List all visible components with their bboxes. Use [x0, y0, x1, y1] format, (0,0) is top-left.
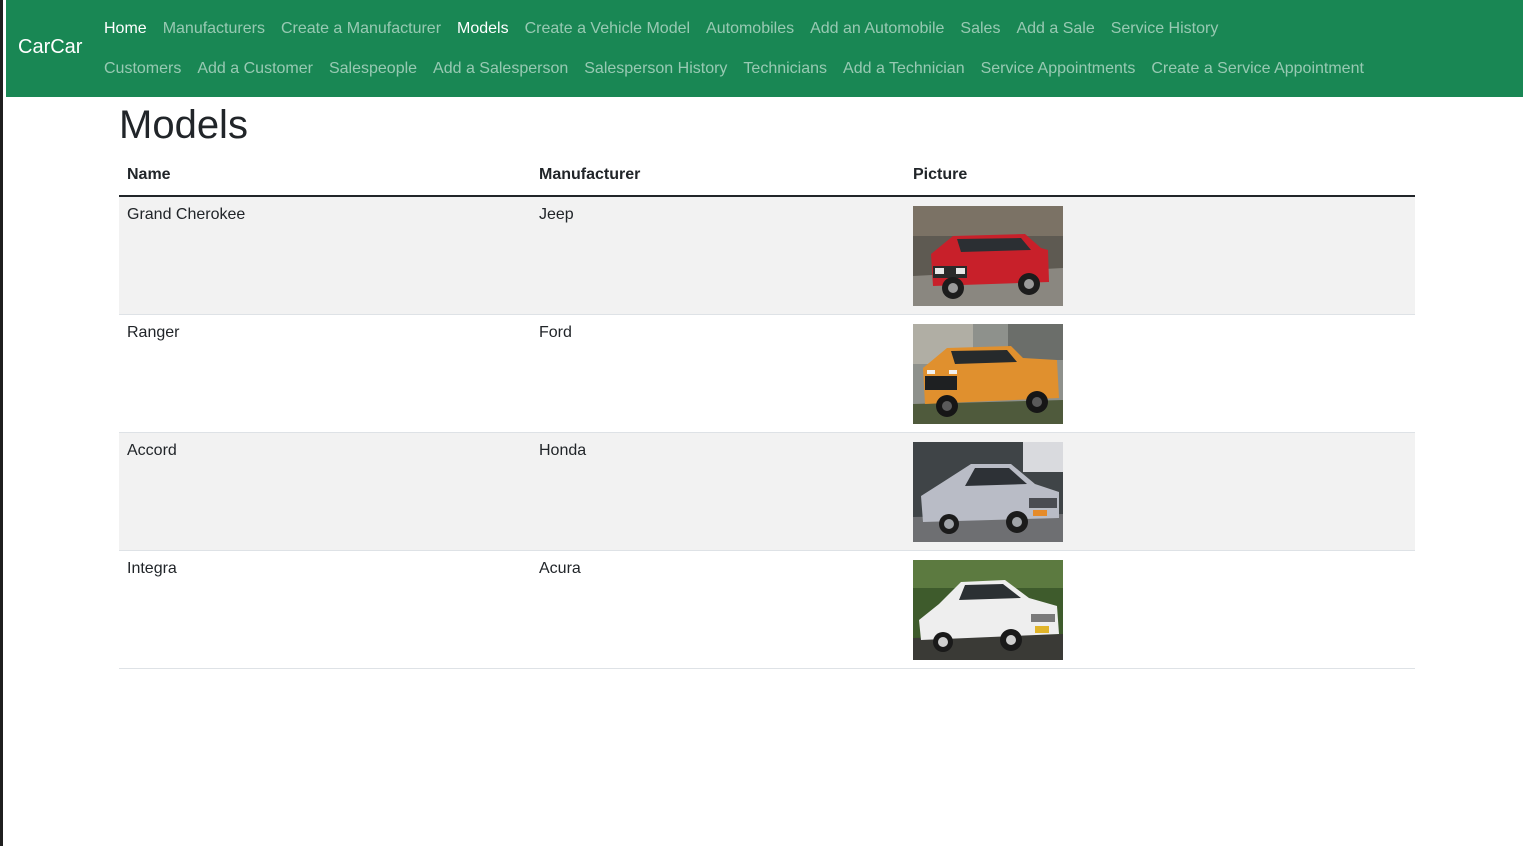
nav-row-primary: Home Manufacturers Create a Manufacturer… — [96, 19, 1226, 39]
nav-link-technicians[interactable]: Technicians — [735, 59, 835, 79]
nav-link-home[interactable]: Home — [96, 19, 155, 39]
nav-link-models[interactable]: Models — [449, 19, 517, 39]
white-acura-coupe-photo — [913, 560, 1063, 660]
table-header: Name Manufacturer Picture — [119, 165, 1415, 197]
model-name-cell: Integra — [119, 550, 531, 669]
column-header-name: Name — [119, 165, 531, 197]
column-header-manufacturer: Manufacturer — [531, 165, 905, 197]
nav-row-secondary: Customers Add a Customer Salespeople Add… — [96, 59, 1372, 79]
table-body: Grand Cherokee Jeep Ranger Ford Accord H… — [119, 196, 1415, 669]
brand-link[interactable]: CarCar — [18, 36, 82, 59]
manufacturer-cell: Acura — [531, 550, 905, 669]
manufacturer-cell: Ford — [531, 314, 905, 433]
nav-link-create-manufacturer[interactable]: Create a Manufacturer — [273, 19, 449, 39]
picture-cell — [905, 550, 1415, 669]
nav-link-service-appointments[interactable]: Service Appointments — [973, 59, 1144, 79]
top-navbar: CarCar Home Manufacturers Create a Manuf… — [6, 0, 1523, 97]
nav-link-add-sale[interactable]: Add a Sale — [1008, 19, 1102, 39]
table-row: Integra Acura — [119, 550, 1415, 669]
model-name-cell: Accord — [119, 432, 531, 551]
nav-link-manufacturers[interactable]: Manufacturers — [155, 19, 273, 39]
picture-cell — [905, 196, 1415, 315]
browser-viewport: CarCar Home Manufacturers Create a Manuf… — [0, 0, 1523, 846]
nav-link-create-service-appointment[interactable]: Create a Service Appointment — [1143, 59, 1372, 79]
nav-link-add-customer[interactable]: Add a Customer — [189, 59, 321, 79]
picture-cell — [905, 432, 1415, 551]
nav-link-service-history[interactable]: Service History — [1103, 19, 1227, 39]
table-row: Grand Cherokee Jeep — [119, 196, 1415, 315]
nav-link-salesperson-history[interactable]: Salesperson History — [576, 59, 735, 79]
orange-ford-pickup-photo — [913, 324, 1063, 424]
page-title: Models — [119, 103, 248, 147]
nav-link-create-vehicle-model[interactable]: Create a Vehicle Model — [517, 19, 698, 39]
nav-link-add-salesperson[interactable]: Add a Salesperson — [425, 59, 576, 79]
nav-link-customers[interactable]: Customers — [96, 59, 189, 79]
main-content: Models Name Manufacturer Picture Grand C… — [119, 97, 1415, 669]
manufacturer-cell: Honda — [531, 432, 905, 551]
nav-link-salespeople[interactable]: Salespeople — [321, 59, 425, 79]
nav-link-add-technician[interactable]: Add a Technician — [835, 59, 973, 79]
header-row: Name Manufacturer Picture — [119, 165, 1415, 197]
nav-link-sales[interactable]: Sales — [952, 19, 1008, 39]
table-row: Ranger Ford — [119, 314, 1415, 433]
red-jeep-suv-photo — [913, 206, 1063, 306]
models-table: Name Manufacturer Picture Grand Cherokee… — [119, 165, 1415, 669]
picture-cell — [905, 314, 1415, 433]
silver-honda-sedan-photo — [913, 442, 1063, 542]
table-row: Accord Honda — [119, 432, 1415, 551]
manufacturer-cell: Jeep — [531, 196, 905, 315]
nav-link-automobiles[interactable]: Automobiles — [698, 19, 802, 39]
nav-link-add-automobile[interactable]: Add an Automobile — [802, 19, 952, 39]
column-header-picture: Picture — [905, 165, 1415, 197]
model-name-cell: Grand Cherokee — [119, 196, 531, 315]
model-name-cell: Ranger — [119, 314, 531, 433]
